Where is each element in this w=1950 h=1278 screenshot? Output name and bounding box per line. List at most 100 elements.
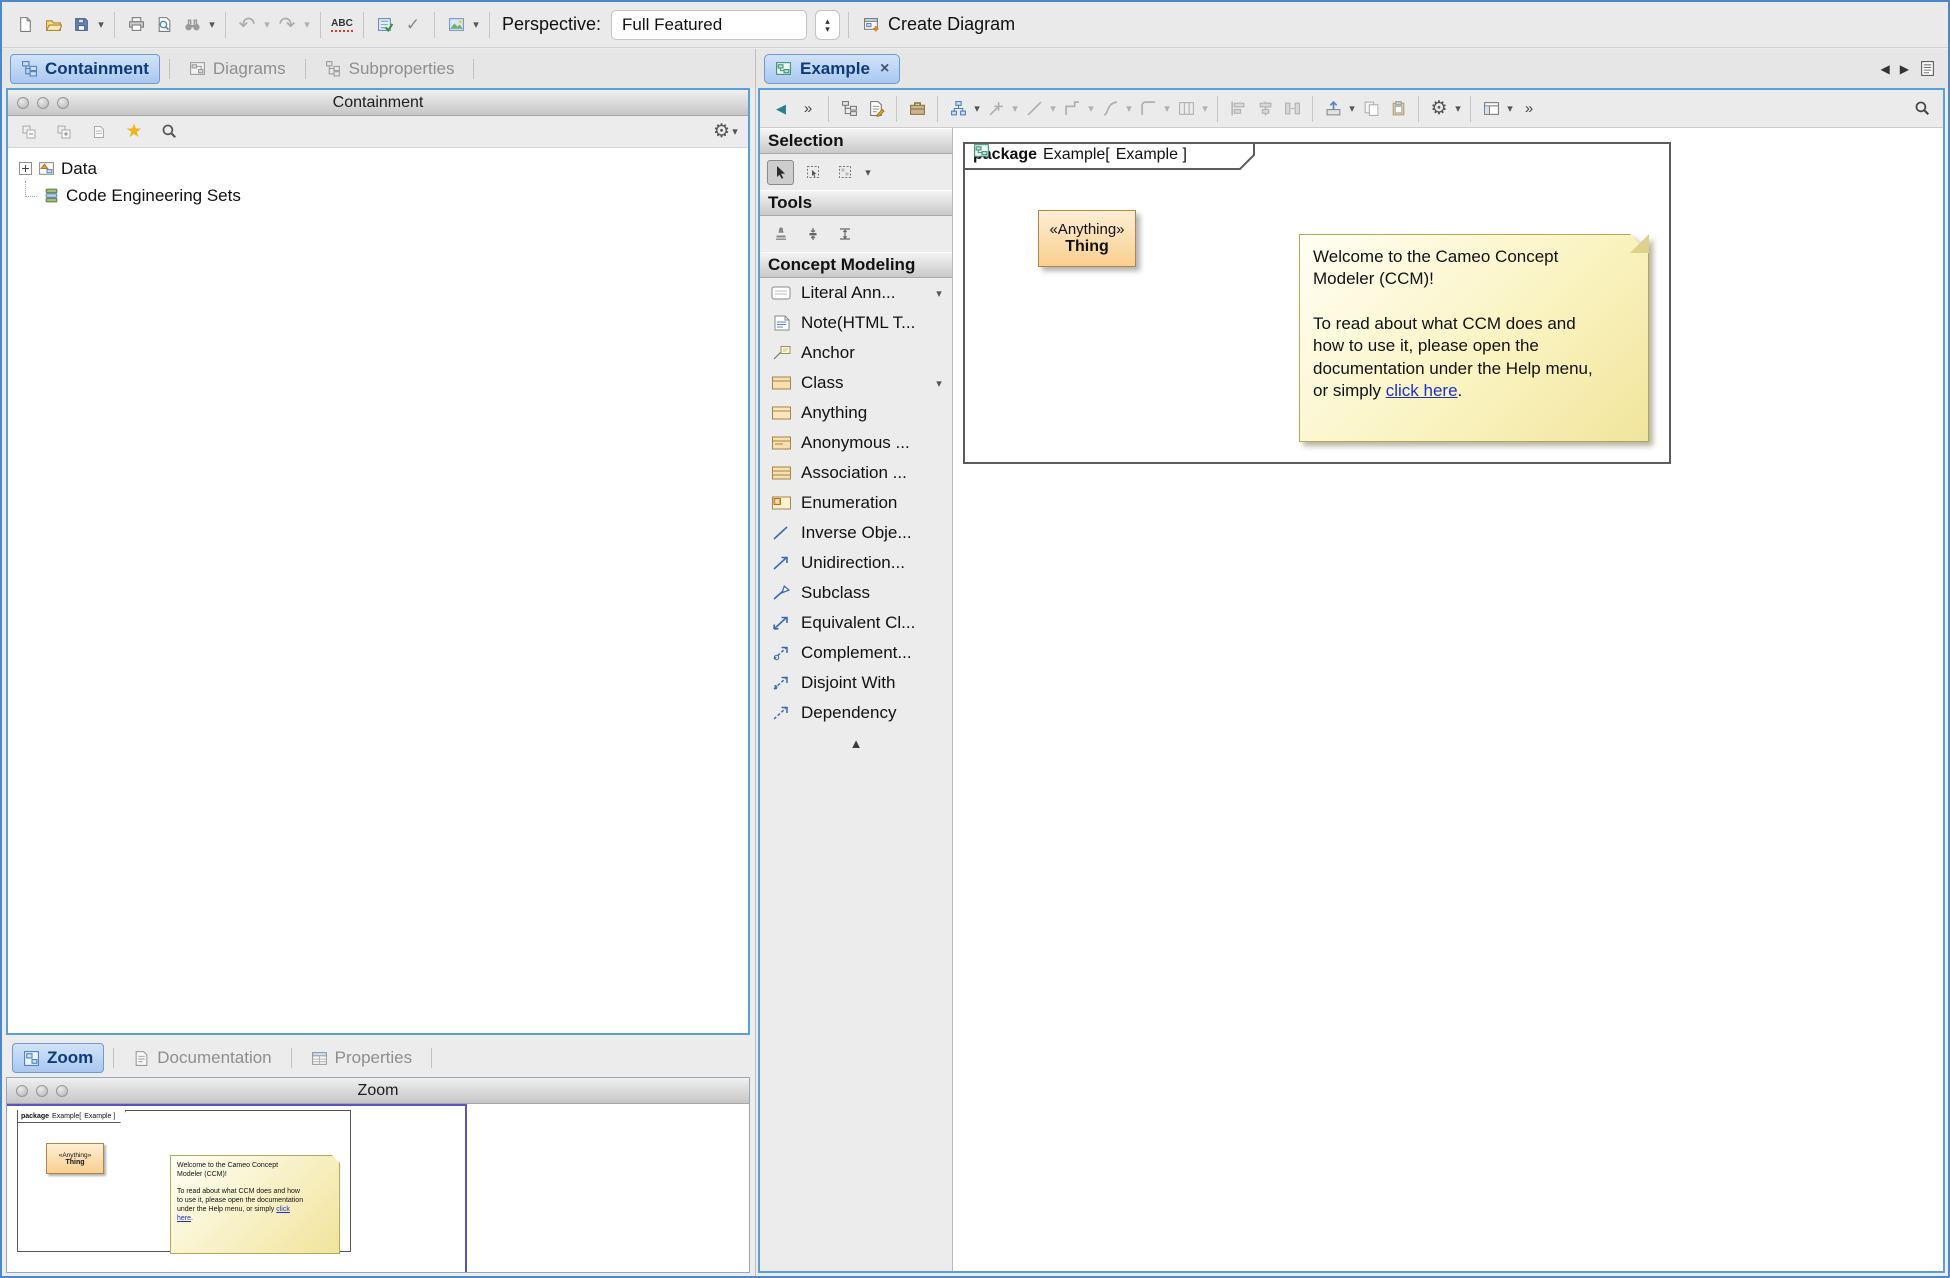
containment-options[interactable]: ⚙ ▾ (713, 122, 740, 141)
palette-item-caret-icon[interactable]: ▾ (934, 287, 944, 300)
align-center-button[interactable] (1252, 95, 1278, 123)
zoom-preview[interactable]: package Example[ Example ] «Anything» Th… (7, 1104, 749, 1272)
tab-properties[interactable]: Properties (301, 1044, 422, 1072)
expand-toggle-icon[interactable] (19, 162, 32, 175)
palette-item-class[interactable]: Class ▾ (760, 368, 952, 398)
containment-tree[interactable]: Data Code Engineering Sets (8, 148, 748, 1033)
perspective-stepper[interactable]: ▴ ▾ (815, 10, 840, 40)
toolbar-more-button[interactable]: » (795, 95, 821, 123)
open-specification-button[interactable] (86, 118, 112, 146)
welcome-note[interactable]: Welcome to the Cameo Concept Modeler (CC… (1299, 234, 1649, 442)
publish-button[interactable] (1320, 95, 1346, 123)
tab-documentation[interactable]: Documentation (123, 1044, 281, 1072)
click-here-link[interactable]: click here (1386, 381, 1458, 400)
line-rectilinear-button[interactable] (1059, 95, 1085, 123)
containment-panel-header[interactable]: Containment (8, 90, 748, 116)
collapse-all-button[interactable] (16, 118, 42, 146)
panel-minimize-icon[interactable] (36, 1085, 48, 1097)
image-dropdown-caret-icon[interactable]: ▾ (471, 18, 481, 31)
tab-example-diagram[interactable]: Example × (764, 54, 900, 84)
concept-modeling-section-header[interactable]: Concept Modeling (760, 252, 952, 278)
quick-add-button[interactable] (983, 95, 1009, 123)
anything-thing-element[interactable]: «Anything» Thing (1038, 210, 1136, 267)
stamp-tool-button[interactable] (767, 222, 794, 247)
validate-button[interactable] (372, 11, 398, 39)
diagram-options-caret-icon[interactable]: ▾ (1453, 102, 1463, 115)
show-containment-button[interactable] (836, 95, 862, 123)
path-corner-button[interactable] (1135, 95, 1161, 123)
print-preview-button[interactable] (151, 11, 177, 39)
palette-scroll-up-button[interactable]: ▲ (760, 728, 952, 751)
palette-item-subclass[interactable]: Subclass (760, 578, 952, 608)
palette-item-dependency[interactable]: Dependency (760, 698, 952, 728)
undo-dropdown-caret-icon[interactable]: ▾ (262, 18, 272, 31)
palette-item-enumeration[interactable]: Enumeration (760, 488, 952, 518)
tab-subproperties[interactable]: Subproperties (315, 55, 465, 83)
perspective-select[interactable]: Full Featured (611, 10, 807, 40)
palette-item-disjoint-with[interactable]: Disjoint With (760, 668, 952, 698)
group-select-button[interactable] (831, 160, 858, 185)
diagram-canvas[interactable]: package Example[ Example ] «Anything» Th… (953, 128, 1943, 1271)
open-file-button[interactable] (40, 11, 66, 39)
diagram-search-button[interactable] (1909, 95, 1935, 123)
expand-all-button[interactable] (51, 118, 77, 146)
line-curved-caret-icon[interactable]: ▾ (1124, 102, 1134, 115)
marquee-select-button[interactable] (799, 160, 826, 185)
window-layout-button[interactable] (1478, 95, 1504, 123)
navigate-back-button[interactable]: ◀ (768, 95, 794, 123)
tools-section-header[interactable]: Tools (760, 190, 952, 216)
diagram-options-button[interactable]: ⚙ (1426, 95, 1452, 123)
favorites-button[interactable]: ★ (121, 118, 147, 146)
line-oblique-button[interactable] (1021, 95, 1047, 123)
save-dropdown-caret-icon[interactable]: ▾ (96, 18, 106, 31)
undo-button[interactable]: ↶ (234, 11, 260, 39)
print-button[interactable] (123, 11, 149, 39)
publish-caret-icon[interactable]: ▾ (1347, 102, 1357, 115)
find-dropdown-caret-icon[interactable]: ▾ (207, 18, 217, 31)
layout-caret-icon[interactable]: ▾ (972, 102, 982, 115)
line-rectilinear-caret-icon[interactable]: ▾ (1086, 102, 1096, 115)
path-corner-caret-icon[interactable]: ▾ (1162, 102, 1172, 115)
palette-item-unidirectional-association[interactable]: Unidirection... (760, 548, 952, 578)
find-button[interactable] (179, 11, 205, 39)
zoom-panel-header[interactable]: Zoom (7, 1078, 749, 1104)
tab-list-icon[interactable] (1919, 60, 1936, 77)
palette-item-anchor[interactable]: Anchor (760, 338, 952, 368)
related-elements-button[interactable] (904, 95, 930, 123)
tree-row-code-engineering[interactable]: Code Engineering Sets (14, 182, 742, 209)
tab-close-icon[interactable]: × (880, 60, 889, 78)
selection-section-header[interactable]: Selection (760, 128, 952, 154)
swimlane-button[interactable] (1173, 95, 1199, 123)
layout-hierarchy-button[interactable] (945, 95, 971, 123)
palette-item-caret-icon[interactable]: ▾ (934, 377, 944, 390)
line-curved-button[interactable] (1097, 95, 1123, 123)
save-as-image-button[interactable] (443, 11, 469, 39)
swimlane-caret-icon[interactable]: ▾ (1200, 102, 1210, 115)
distribute-vertical-tool-button[interactable] (799, 222, 826, 247)
palette-item-anonymous-class[interactable]: Anonymous ... (760, 428, 952, 458)
window-layout-caret-icon[interactable]: ▾ (1505, 102, 1515, 115)
tree-search-button[interactable] (156, 118, 182, 146)
tree-row-data[interactable]: Data (14, 155, 742, 182)
palette-item-anything[interactable]: Anything (760, 398, 952, 428)
next-tab-icon[interactable]: ▶ (1900, 62, 1909, 76)
spell-check-button[interactable]: ABC (329, 11, 355, 39)
palette-item-equivalent-class[interactable]: Equivalent Cl... (760, 608, 952, 638)
panel-minimize-icon[interactable] (37, 97, 49, 109)
package-diagram-frame[interactable]: package Example[ Example ] «Anything» Th… (963, 142, 1671, 464)
palette-item-association-class[interactable]: Association ... (760, 458, 952, 488)
tab-containment[interactable]: Containment (10, 54, 160, 84)
quick-add-caret-icon[interactable]: ▾ (1010, 102, 1020, 115)
line-oblique-caret-icon[interactable]: ▾ (1048, 102, 1058, 115)
distribute-button[interactable] (1279, 95, 1305, 123)
select-cursor-button[interactable] (767, 160, 794, 185)
panel-close-icon[interactable] (17, 97, 29, 109)
diagram-properties-button[interactable] (863, 95, 889, 123)
commit-check-button[interactable]: ✓ (400, 11, 426, 39)
new-file-button[interactable] (12, 11, 38, 39)
palette-item-note-html[interactable]: Note(HTML T... (760, 308, 952, 338)
previous-tab-icon[interactable]: ◀ (1881, 62, 1890, 76)
selection-caret-icon[interactable]: ▾ (863, 166, 873, 179)
panel-maximize-icon[interactable] (56, 1085, 68, 1097)
palette-item-literal-annotation[interactable]: Literal Ann... ▾ (760, 278, 952, 308)
